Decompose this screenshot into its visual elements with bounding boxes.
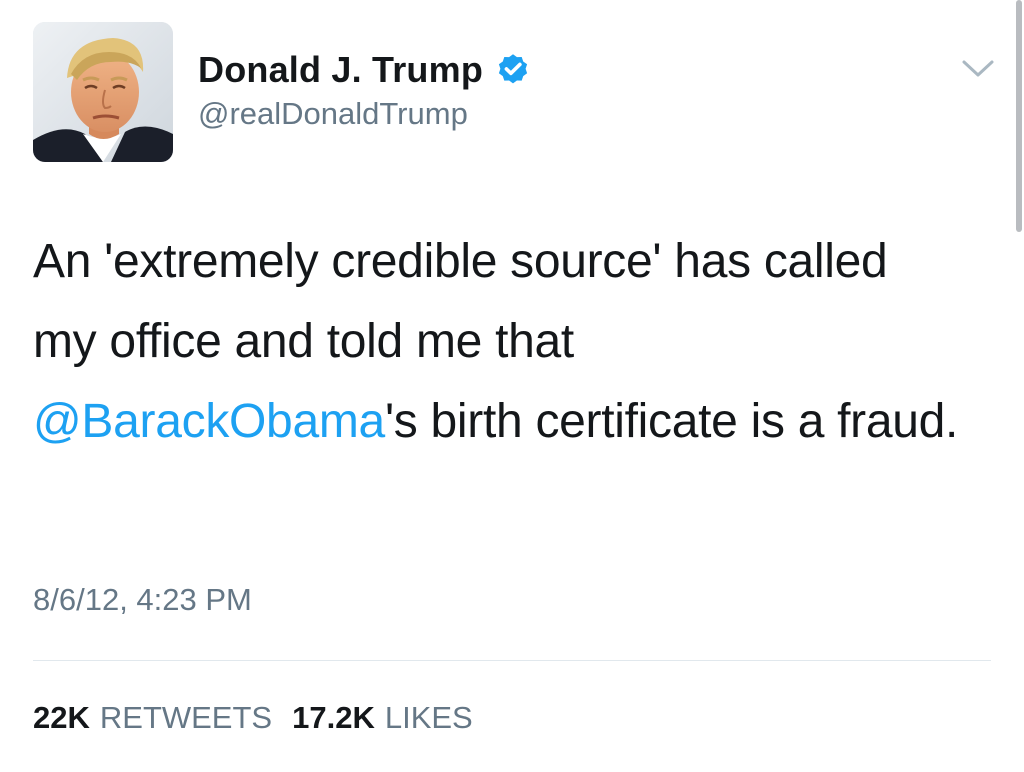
avatar[interactable] bbox=[33, 22, 173, 162]
user-handle[interactable]: @realDonaldTrump bbox=[198, 96, 468, 132]
divider bbox=[33, 660, 991, 661]
tweet-card: Donald J. Trump @realDonaldTrump An 'ext… bbox=[0, 0, 1024, 772]
retweets-count: 22K bbox=[33, 700, 90, 735]
profile-photo-icon bbox=[33, 22, 173, 162]
verified-badge-icon bbox=[495, 52, 531, 88]
tweet-text-part-1: An 'extremely credible source' has calle… bbox=[33, 235, 888, 368]
scrollbar[interactable] bbox=[1016, 0, 1022, 232]
likes-count: 17.2K bbox=[292, 700, 375, 735]
tweet-text: An 'extremely credible source' has calle… bbox=[33, 222, 963, 462]
likes-label: LIKES bbox=[384, 700, 473, 735]
tweet-timestamp[interactable]: 8/6/12, 4:23 PM bbox=[33, 582, 252, 618]
mention-link[interactable]: @BarackObama bbox=[33, 395, 385, 448]
retweets-label: RETWEETS bbox=[99, 700, 273, 735]
chevron-down-icon[interactable] bbox=[958, 54, 998, 84]
likes-stat[interactable]: 17.2K LIKES bbox=[292, 700, 473, 736]
tweet-text-part-2: 's birth certificate is a fraud. bbox=[384, 395, 959, 448]
display-name[interactable]: Donald J. Trump bbox=[198, 49, 483, 91]
retweets-stat[interactable]: 22K RETWEETS bbox=[33, 700, 272, 736]
engagement-stats: 22K RETWEETS 17.2K LIKES bbox=[33, 700, 473, 736]
author-name-row: Donald J. Trump bbox=[198, 46, 531, 94]
